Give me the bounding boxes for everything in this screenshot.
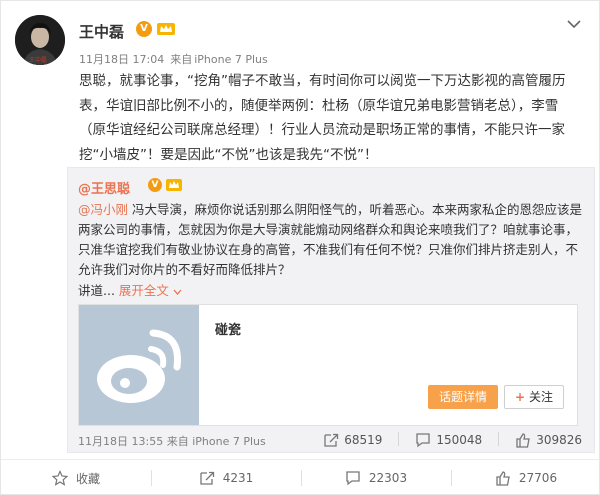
comment-button[interactable]: 22303 — [301, 460, 451, 495]
like-button[interactable]: 27706 — [451, 460, 600, 495]
action-bar: 收藏 4231 22303 27706 — [1, 459, 600, 495]
chevron-down-icon[interactable] — [567, 19, 581, 29]
repost-stats: 68519 150048 309826 — [323, 432, 582, 448]
topic-detail-button[interactable]: 话题详情 — [428, 385, 498, 409]
share-icon — [200, 471, 214, 485]
repost-time[interactable]: 11月18日 13:55 — [78, 435, 163, 448]
post-meta: 11月18日 17:04 来自 iPhone 7 Plus — [79, 51, 268, 67]
comment-icon — [346, 471, 360, 486]
svg-text:王中磊: 王中磊 — [29, 56, 47, 64]
mention-link[interactable]: @冯小刚 — [78, 202, 128, 217]
share-icon — [324, 433, 339, 447]
plus-icon: + — [515, 390, 526, 404]
post-body: 思聪，就事论事，“挖角”帽子不敢当，有时间你可以阅览一下万达影视的高管履历表，华… — [79, 73, 566, 163]
repost-source[interactable]: iPhone 7 Plus — [192, 435, 266, 448]
repost-share-count[interactable]: 68519 — [323, 432, 382, 448]
weibo-logo-icon — [79, 305, 199, 425]
repost-comment-count[interactable]: 150048 — [415, 432, 482, 448]
topic-title[interactable]: 碰瓷 — [215, 319, 241, 338]
star-icon — [51, 470, 68, 486]
stat-divider — [398, 432, 400, 446]
repost-verified-badge-icon: V — [148, 178, 162, 192]
thumbs-up-icon — [496, 471, 510, 486]
author-name[interactable]: 王中磊 — [79, 21, 124, 42]
expand-full-text-link[interactable]: 展开全文 — [119, 283, 182, 298]
repost-member-crown-icon[interactable] — [165, 178, 183, 192]
stat-divider — [498, 432, 500, 446]
repost-like-count[interactable]: 309826 — [515, 432, 582, 448]
repost-source-prefix: 来自 — [166, 435, 189, 448]
favorite-button[interactable]: 收藏 — [1, 460, 151, 495]
repost-body: @冯小刚 冯大导演，麻烦你说话别那么阴阳怪气的，听着恶心。本来两家私企的恩怨应该… — [78, 200, 583, 280]
expand-prefix: 讲道... — [78, 283, 115, 298]
repost-button[interactable]: 4231 — [151, 460, 301, 495]
post-source-prefix: 来自 — [170, 53, 193, 66]
post-source[interactable]: iPhone 7 Plus — [194, 53, 268, 66]
expand-line: 讲道... 展开全文 — [78, 280, 182, 299]
author-avatar[interactable]: 王中磊 — [15, 15, 65, 65]
topic-card[interactable]: 碰瓷 话题详情 + 关注 — [78, 304, 578, 426]
post-time[interactable]: 11月18日 17:04 — [79, 53, 164, 66]
follow-button[interactable]: + 关注 — [504, 385, 564, 409]
verified-badge-icon: V — [136, 21, 152, 37]
expand-chevron-icon — [173, 289, 182, 295]
comment-icon — [416, 433, 431, 448]
member-crown-icon[interactable] — [156, 21, 176, 37]
thumbs-up-icon — [516, 433, 530, 448]
repost-author[interactable]: @王思聪 — [78, 178, 130, 197]
repost-body-text: 冯大导演，麻烦你说话别那么阴阳怪气的，听着恶心。本来两家私企的恩怨应该是两家公司… — [78, 202, 582, 277]
repost-meta: 11月18日 13:55 来自 iPhone 7 Plus — [78, 433, 266, 449]
repost-container: @王思聪 V @冯小刚 冯大导演，麻烦你说话别那么阴阳怪气的，听着恶心。本来两家… — [67, 167, 595, 453]
weibo-post-card: 王中磊 王中磊 V 11月18日 17:04 来自 iPhone 7 Plus 思聪… — [0, 0, 600, 495]
